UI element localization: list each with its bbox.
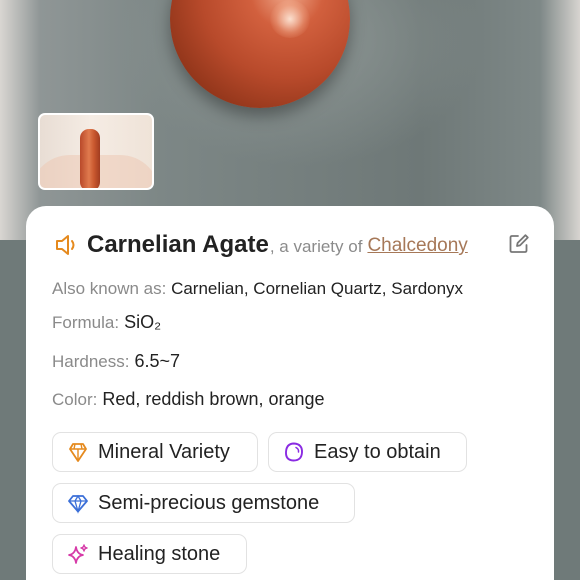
hardness-label: Hardness: xyxy=(52,352,130,371)
speaker-icon[interactable] xyxy=(53,231,81,259)
edit-icon[interactable] xyxy=(508,233,530,255)
crystal-icon xyxy=(67,441,89,463)
tag-mineral-variety[interactable]: Mineral Variety xyxy=(52,432,258,472)
stone-icon xyxy=(283,441,305,463)
aka-value: Carnelian, Cornelian Quartz, Sardonyx xyxy=(171,279,464,298)
tag-easy-to-obtain[interactable]: Easy to obtain xyxy=(268,432,467,472)
hardness-row: Hardness: 6.5~7 xyxy=(52,351,180,372)
stone-highlight xyxy=(270,0,310,38)
color-row: Color: Red, reddish brown, orange xyxy=(52,389,325,410)
aka-row: Also known as: Carnelian, Cornelian Quar… xyxy=(52,279,463,299)
tag-label: Easy to obtain xyxy=(314,440,441,463)
tag-semi-precious-gemstone[interactable]: Semi-precious gemstone xyxy=(52,483,355,523)
photo-thumbnail[interactable] xyxy=(38,113,154,190)
info-card: Carnelian Agate , a variety of Chalcedon… xyxy=(26,206,554,580)
color-label: Color: xyxy=(52,390,98,409)
title-row: Carnelian Agate , a variety of Chalcedon… xyxy=(53,228,533,262)
tag-label: Mineral Variety xyxy=(98,440,230,463)
thumbnail-stone xyxy=(80,129,100,188)
formula-value: SiO₂ xyxy=(124,312,162,332)
variety-prefix: , a variety of xyxy=(269,237,363,256)
tag-label: Healing stone xyxy=(98,542,221,565)
aka-label: Also known as: xyxy=(52,279,167,298)
mineral-name: Carnelian Agate xyxy=(87,231,269,258)
formula-label: Formula: xyxy=(52,313,120,332)
variety-link[interactable]: Chalcedony xyxy=(367,235,467,257)
hardness-value: 6.5~7 xyxy=(134,351,181,371)
tag-healing-stone[interactable]: Healing stone xyxy=(52,534,247,574)
sparkle-icon xyxy=(67,543,89,565)
formula-row: Formula: SiO₂ xyxy=(52,312,161,333)
tag-label: Semi-precious gemstone xyxy=(98,491,320,514)
diamond-icon xyxy=(67,492,89,514)
color-value: Red, reddish brown, orange xyxy=(102,389,325,409)
